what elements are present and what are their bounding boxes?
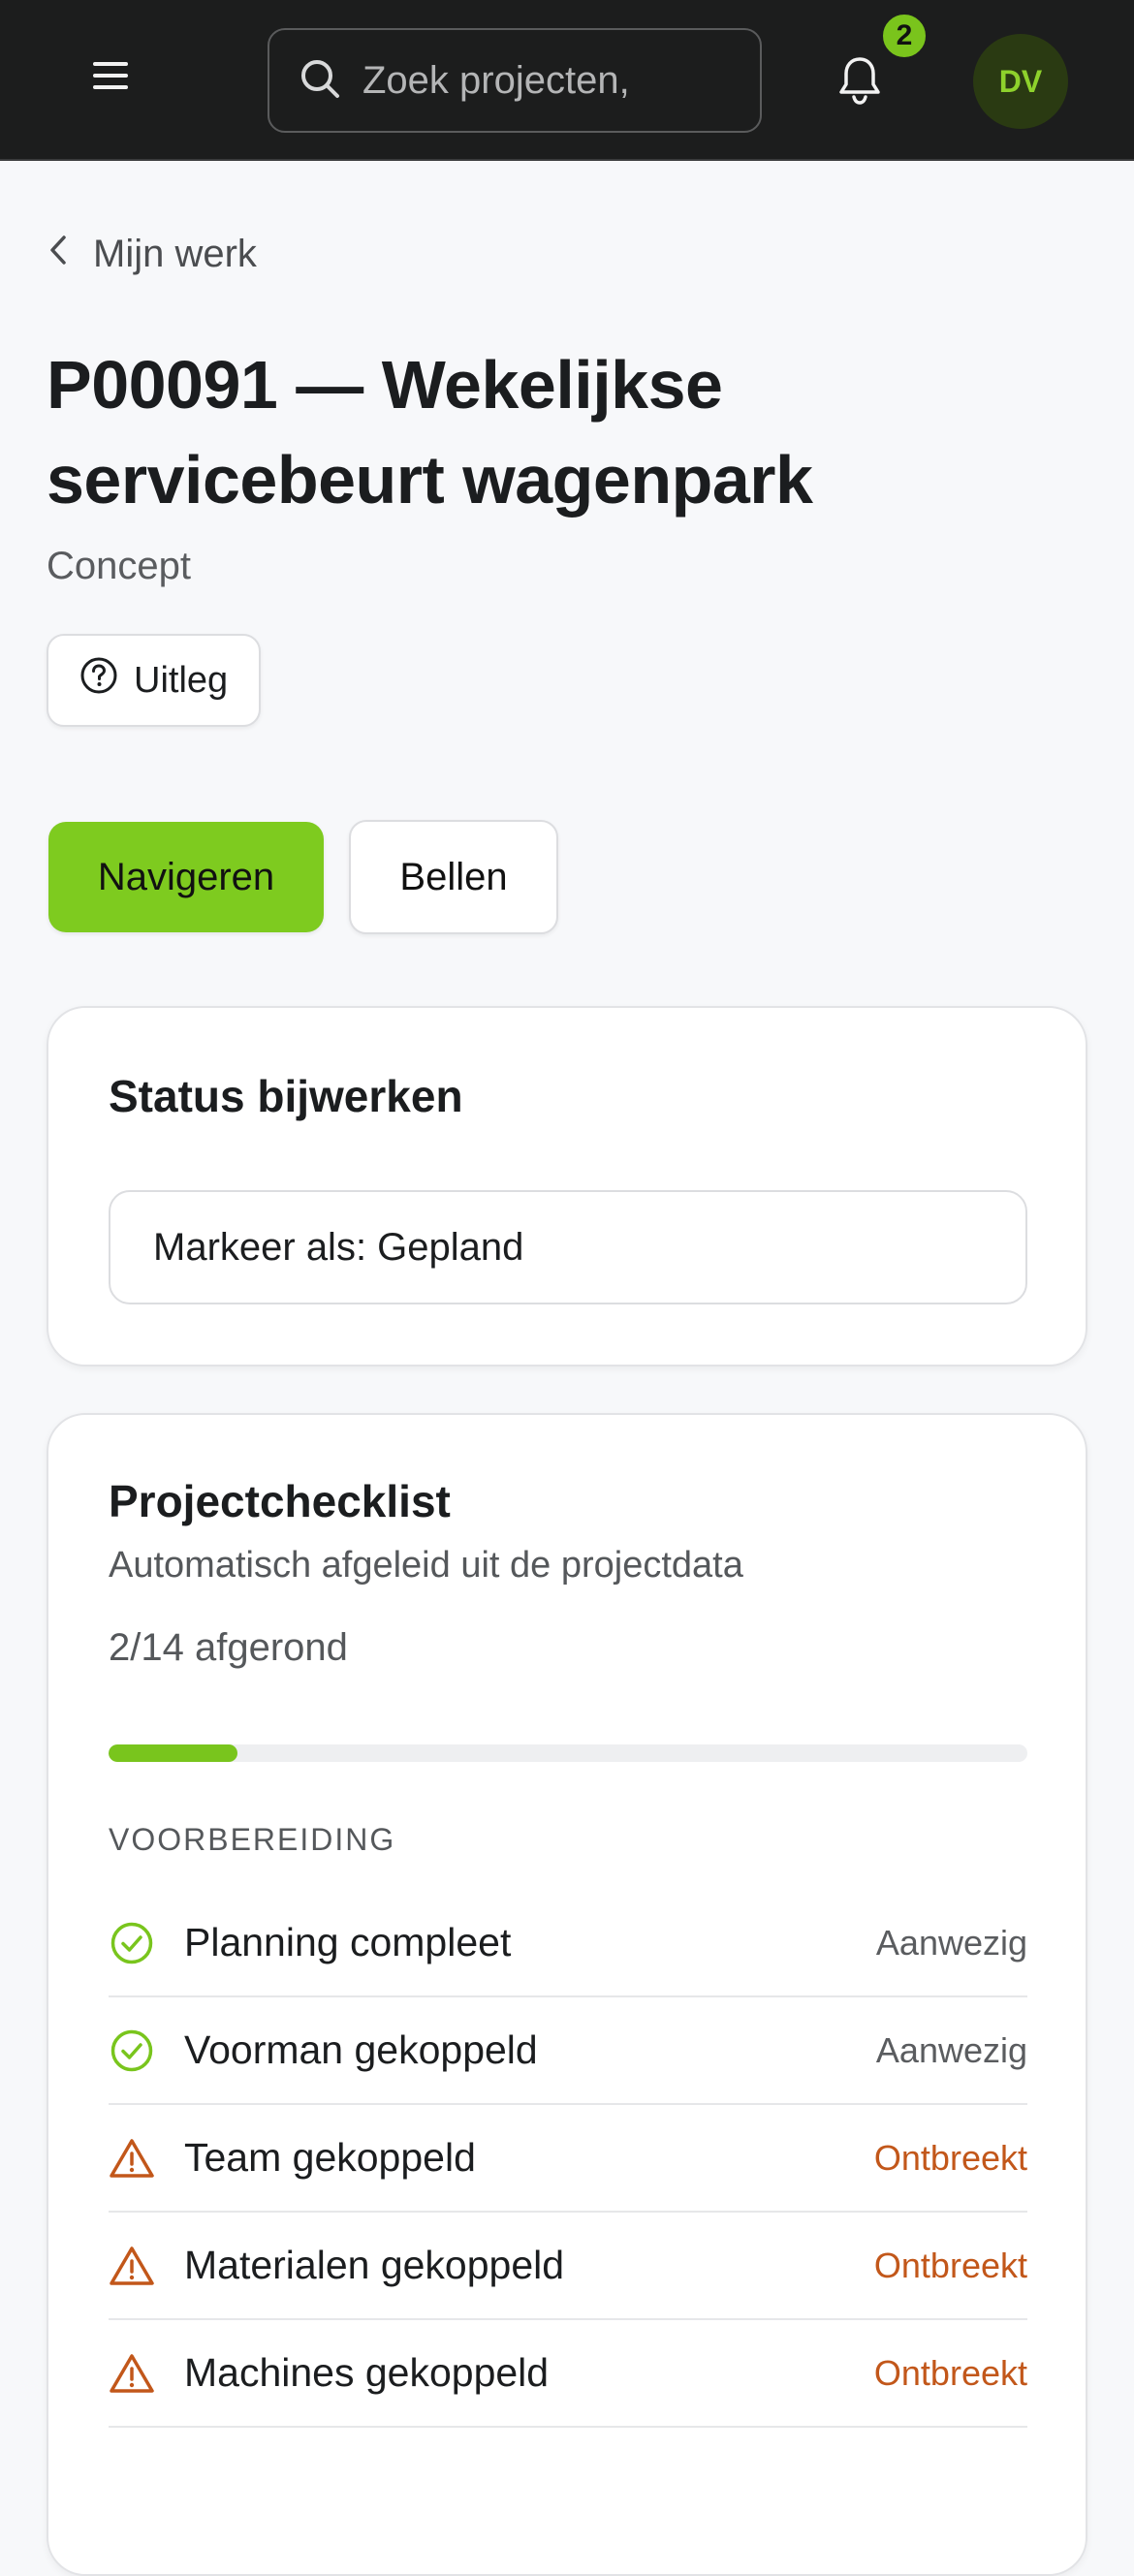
- mark-status-button[interactable]: Markeer als: Gepland: [109, 1190, 1027, 1304]
- checklist-item-label: Materialen gekoppeld: [184, 2243, 565, 2287]
- back-link[interactable]: Mijn werk: [48, 233, 257, 276]
- checklist-card: Projectchecklist Automatisch afgeleid ui…: [47, 1413, 1087, 2576]
- project-status: Concept: [47, 545, 191, 587]
- checklist-item-state: Aanwezig: [875, 2029, 1027, 2070]
- status-card: Status bijwerken Markeer als: Gepland: [47, 1006, 1087, 1367]
- checklist-title: Projectchecklist: [109, 1476, 451, 1526]
- navigate-button[interactable]: Navigeren: [48, 822, 324, 932]
- checklist-item[interactable]: Machines gekoppeld Ontbreekt: [109, 2320, 1027, 2428]
- progress-fill: [109, 1744, 237, 1762]
- top-bar: 2 DV: [0, 0, 1134, 161]
- checklist-subtitle: Automatisch afgeleid uit de projectdata: [109, 1545, 743, 1586]
- checklist-item[interactable]: Materialen gekoppeld Ontbreekt: [109, 2213, 1027, 2320]
- progress-bar: [109, 1744, 1027, 1762]
- search-icon: [299, 57, 341, 105]
- notification-badge: 2: [880, 12, 929, 60]
- hamburger-icon: [91, 60, 130, 96]
- check-circle-icon: [109, 1920, 155, 1966]
- call-button[interactable]: Bellen: [349, 820, 558, 934]
- search-box[interactable]: [268, 28, 762, 133]
- checklist-item[interactable]: Planning compleet Aanwezig: [109, 1890, 1027, 1997]
- status-card-title: Status bijwerken: [109, 1071, 463, 1121]
- checklist: Planning compleet Aanwezig Voorman gekop…: [109, 1890, 1027, 2428]
- checklist-item-label: Voorman gekoppeld: [184, 2027, 538, 2072]
- avatar[interactable]: DV: [973, 34, 1068, 129]
- checklist-item[interactable]: Voorman gekoppeld Aanwezig: [109, 1997, 1027, 2105]
- check-circle-icon: [109, 2027, 155, 2074]
- page-title: P00091 — Wekelijkse servicebeurt wagenpa…: [47, 347, 813, 518]
- search-input[interactable]: [362, 58, 653, 103]
- menu-button[interactable]: [76, 43, 145, 112]
- checklist-item-label: Team gekoppeld: [184, 2135, 476, 2180]
- warning-icon: [109, 2243, 155, 2289]
- bell-icon: [837, 55, 882, 110]
- checklist-item-state: Ontbreekt: [873, 2352, 1027, 2393]
- progress-text: 2/14 afgerond: [109, 1626, 348, 1669]
- warning-icon: [109, 2135, 155, 2182]
- checklist-item-state: Ontbreekt: [873, 2137, 1027, 2178]
- uitleg-button[interactable]: Uitleg: [47, 634, 262, 727]
- uitleg-label: Uitleg: [134, 659, 229, 701]
- notifications-button[interactable]: [826, 48, 894, 116]
- section-label: VOORBEREIDING: [109, 1822, 396, 1857]
- chevron-left-icon: [48, 233, 93, 276]
- checklist-item-label: Planning compleet: [184, 1920, 512, 1964]
- checklist-item-state: Aanwezig: [875, 1922, 1027, 1963]
- help-circle-icon: [79, 656, 134, 705]
- checklist-item[interactable]: Team gekoppeld Ontbreekt: [109, 2105, 1027, 2213]
- warning-icon: [109, 2350, 155, 2397]
- back-link-label: Mijn werk: [93, 233, 257, 275]
- checklist-item-state: Ontbreekt: [873, 2245, 1027, 2285]
- checklist-item-label: Machines gekoppeld: [184, 2350, 550, 2395]
